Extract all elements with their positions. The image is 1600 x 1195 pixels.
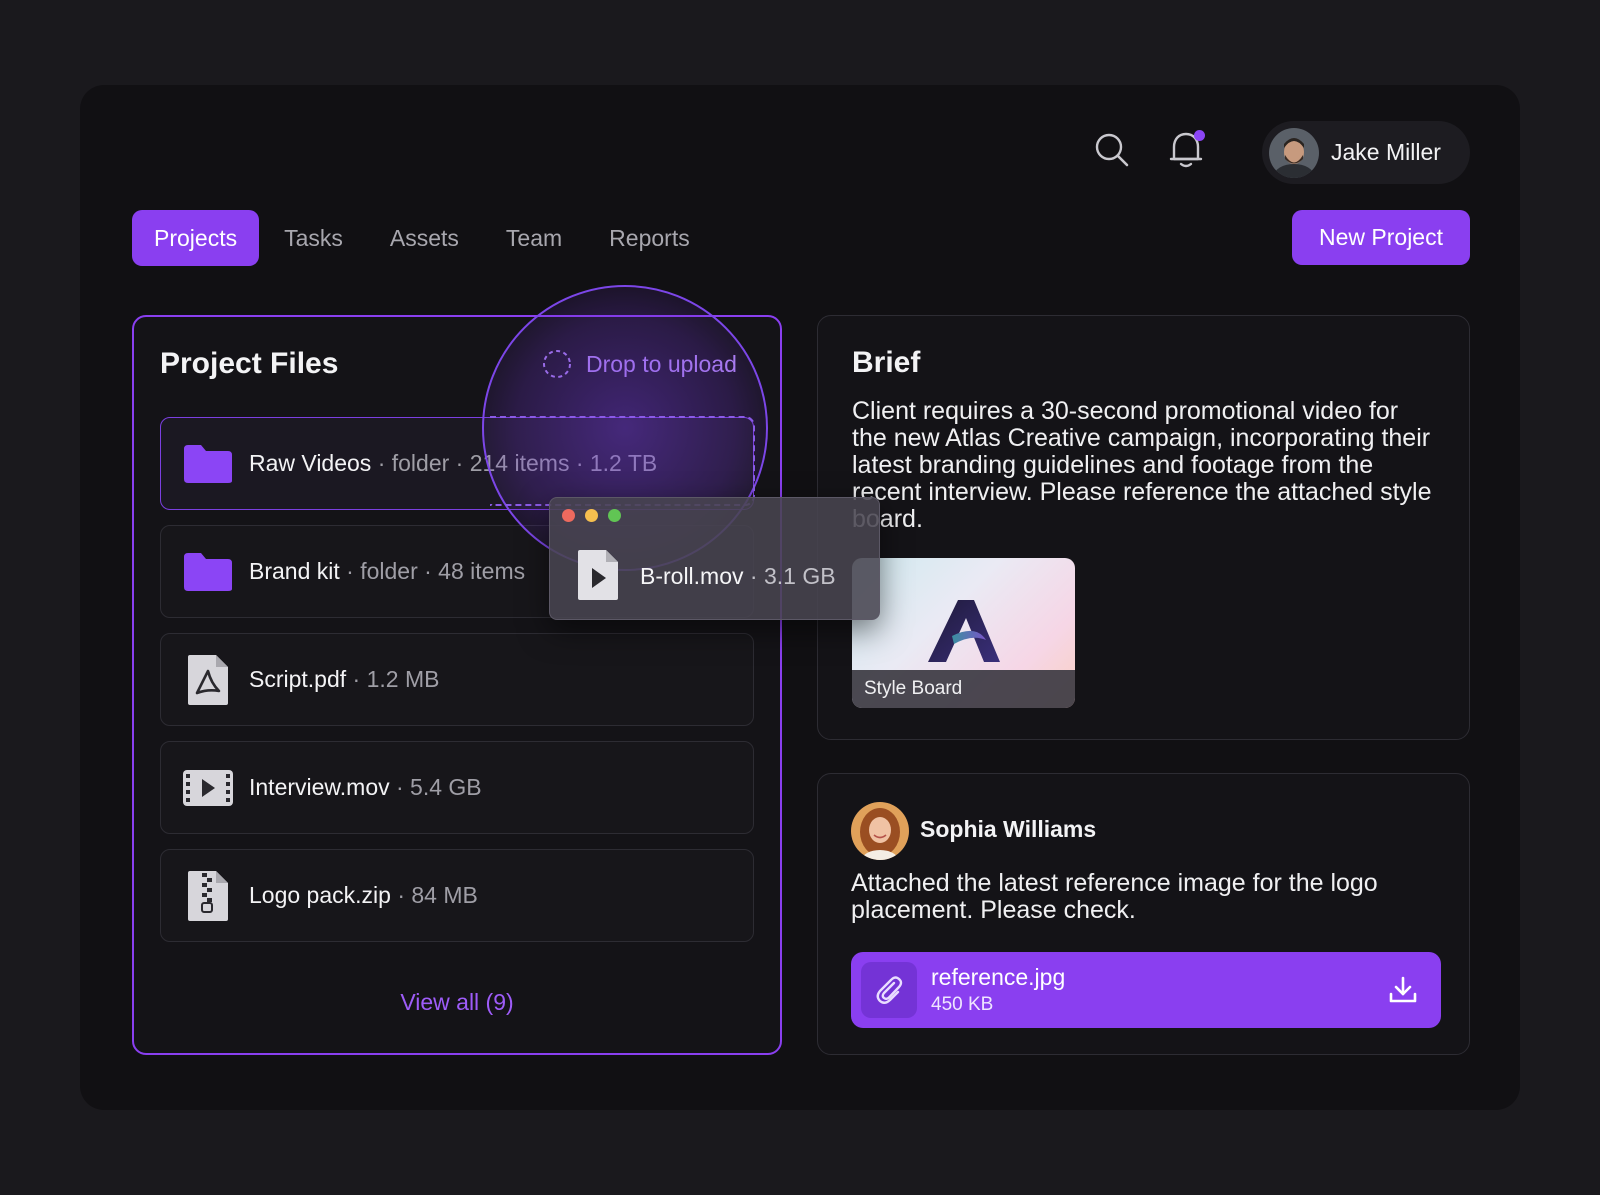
file-meta: · 1.2 MB xyxy=(346,666,440,692)
window-controls xyxy=(562,509,631,522)
attachment-name: reference.jpg xyxy=(931,964,1066,990)
folder-icon xyxy=(181,437,235,491)
download-icon[interactable] xyxy=(1385,972,1421,1008)
new-project-button[interactable]: New Project xyxy=(1292,210,1470,265)
style-board-label: Style Board xyxy=(852,670,1075,708)
avatar xyxy=(851,802,909,860)
paperclip-icon xyxy=(861,962,917,1018)
upload-target-icon xyxy=(543,350,571,378)
file-row-logo-pack-zip[interactable]: Logo pack.zip · 84 MB xyxy=(160,849,754,942)
user-name: Jake Miller xyxy=(1331,139,1441,165)
video-file-icon xyxy=(181,761,235,815)
file-meta: · 5.4 GB xyxy=(389,774,482,800)
dragged-file-b-roll[interactable]: B-roll.mov · 3.1 GB xyxy=(549,497,880,620)
search-icon[interactable] xyxy=(1092,130,1132,170)
project-files-title: Project Files xyxy=(160,347,339,380)
main-tabs: Projects Tasks Assets Team Reports xyxy=(132,210,715,266)
drop-to-upload-label: Drop to upload xyxy=(586,350,737,377)
pdf-file-icon xyxy=(181,653,235,707)
tab-team[interactable]: Team xyxy=(484,210,584,266)
file-name: Brand kit xyxy=(249,558,340,584)
avatar xyxy=(1269,127,1319,178)
tab-reports[interactable]: Reports xyxy=(587,210,712,266)
brief-text: Client requires a 30-second promotional … xyxy=(852,397,1432,533)
close-dot xyxy=(562,509,575,522)
folder-icon xyxy=(181,545,235,599)
attachment-size: 450 KB xyxy=(931,994,994,1015)
file-meta: · folder · 214 items · 1.2 TB xyxy=(371,450,658,476)
brief-card: Brief Client requires a 30-second promot… xyxy=(817,315,1470,740)
notifications-button[interactable] xyxy=(1166,127,1206,171)
style-board-attachment[interactable]: Style Board xyxy=(852,558,1075,708)
view-all-link[interactable]: View all (9) xyxy=(134,989,780,1016)
file-name: B-roll.mov xyxy=(640,563,744,589)
file-name: Script.pdf xyxy=(249,666,347,692)
notification-badge xyxy=(1194,130,1205,141)
commenter-name: Sophia Williams xyxy=(920,816,1097,842)
file-meta: · folder · 48 items xyxy=(339,558,526,584)
brief-title: Brief xyxy=(852,346,921,379)
comment-card: Sophia Williams Attached the latest refe… xyxy=(817,773,1470,1055)
file-row-script-pdf[interactable]: Script.pdf · 1.2 MB xyxy=(160,633,754,726)
file-name: Interview.mov xyxy=(249,774,390,800)
zip-file-icon xyxy=(181,869,235,923)
drop-to-upload[interactable]: Drop to upload xyxy=(542,349,737,379)
user-menu[interactable]: Jake Miller xyxy=(1262,121,1470,184)
project-files-card[interactable]: Project Files Drop to upload Raw Videos … xyxy=(132,315,782,1055)
attachment-reference[interactable]: reference.jpg 450 KB xyxy=(851,952,1441,1028)
maximize-dot xyxy=(608,509,621,522)
minimize-dot xyxy=(585,509,598,522)
file-meta: · 3.1 GB xyxy=(743,563,836,589)
play-file-icon xyxy=(576,548,620,607)
file-name: Logo pack.zip xyxy=(249,882,391,908)
file-row-interview-mov[interactable]: Interview.mov · 5.4 GB xyxy=(160,741,754,834)
comment-text: Attached the latest reference image for … xyxy=(851,869,1378,924)
file-meta: · 84 MB xyxy=(390,882,478,908)
tab-assets[interactable]: Assets xyxy=(368,210,481,266)
atlas-logo-image xyxy=(928,600,1000,662)
tab-projects[interactable]: Projects xyxy=(132,210,260,266)
file-name: Raw Videos xyxy=(249,450,372,476)
tab-tasks[interactable]: Tasks xyxy=(262,210,365,266)
